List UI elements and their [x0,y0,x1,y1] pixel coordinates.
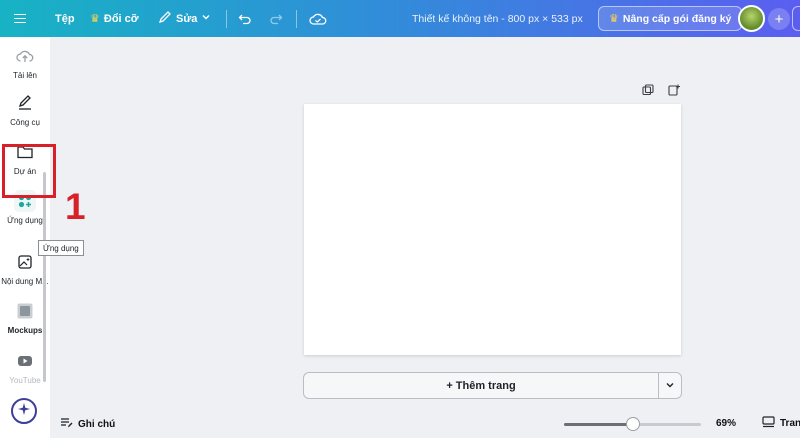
zoom-slider[interactable] [564,417,701,431]
add-page-options-button[interactable] [659,377,681,395]
draw-icon [14,92,36,114]
edit-menu-button[interactable]: Sửa [158,0,211,37]
cloud-check-icon[interactable] [309,0,327,37]
add-page-bar: + Thêm trang [303,372,682,399]
annotation-highlight-box [2,144,56,198]
document-title-text: Thiết kế không tên - 800 px × 533 px [412,12,583,25]
notes-label: Ghi chú [78,419,116,430]
zoom-level[interactable]: 69% [716,418,736,429]
add-page-button[interactable]: + Thêm trang [304,380,658,392]
edit-menu-label: Sửa [176,12,198,25]
pages-button[interactable]: Trang [762,416,800,431]
chevron-down-icon [201,12,211,25]
pages-label: Trang [780,418,800,429]
share-button[interactable] [792,6,800,31]
sidebar-item-label: Tải lên [12,71,37,80]
file-menu-button[interactable]: Tệp [55,0,75,37]
resize-label: Đổi cỡ [103,12,139,25]
crown-icon: ♛ [90,13,100,25]
duplicate-page-icon[interactable] [642,83,654,96]
file-menu-label: Tệp [55,12,75,25]
zoom-slider-thumb[interactable] [625,417,640,431]
page-actions [642,83,680,96]
youtube-icon [14,350,36,372]
sidebar-item-label: Nội dung M... [1,277,49,286]
sparkle-icon [17,402,31,421]
toolbar-divider [296,10,297,28]
cloud-upload-icon [14,45,36,67]
top-bar: Tệp ♛ Đổi cỡ Sửa Thiết kế không tên - 80… [0,0,800,37]
mockups-icon [14,300,36,322]
bottom-bar: Ghi chú 69% Trang [50,410,800,438]
apps-tooltip: Ứng dụng [38,240,84,256]
resize-button[interactable]: ♛ Đổi cỡ [90,0,139,37]
avatar[interactable] [738,5,765,32]
magic-media-icon [14,251,36,273]
sidebar-scrollbar[interactable] [43,172,46,382]
add-page-icon[interactable] [668,83,680,96]
notes-button[interactable]: Ghi chú [60,417,115,432]
upgrade-label: Nâng cấp gói đăng ký [622,12,732,25]
notes-icon [60,417,73,432]
chevron-down-icon [665,377,675,395]
undo-icon[interactable] [238,0,252,37]
sidebar-item-label: Ứng dụng [7,216,43,225]
plus-icon[interactable]: + [768,8,790,30]
redo-icon[interactable] [269,0,283,37]
sidebar-item-label: YouTube [9,376,41,385]
sidebar-item-label: Công cụ [10,118,40,127]
pages-icon [762,416,775,431]
design-canvas[interactable] [304,104,681,355]
document-title[interactable]: Thiết kế không tên - 800 px × 533 px [412,0,583,37]
upgrade-button[interactable]: ♛ Nâng cấp gói đăng ký [598,6,743,31]
crown-icon: ♛ [609,13,619,25]
sidebar-item-upload[interactable]: Tải lên [0,45,50,80]
sidebar: Tải lên Công cụ Dự án Ứng dụng Nội dung … [0,37,50,438]
pencil-icon [158,10,172,27]
magic-assistant-button[interactable] [11,398,37,424]
menu-icon[interactable] [14,0,34,37]
toolbar-divider [226,10,227,28]
zoom-slider-fill [564,423,633,426]
sidebar-item-tools[interactable]: Công cụ [0,92,50,127]
annotation-number: 1 [65,186,86,227]
sidebar-item-label: Mockups [7,326,43,335]
